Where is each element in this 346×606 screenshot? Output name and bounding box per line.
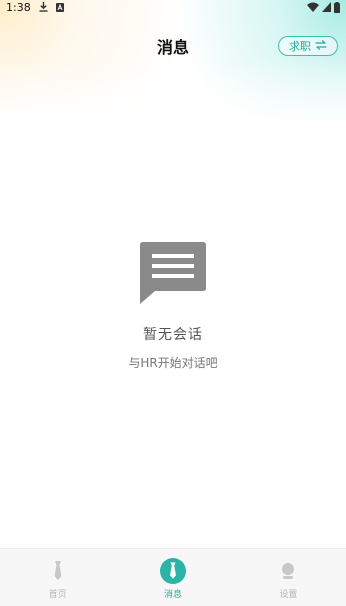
nav-item-home[interactable]: 首页: [0, 549, 115, 606]
tie-icon: [45, 558, 71, 584]
mode-switch-label: 求职: [289, 40, 311, 53]
nav-item-messages[interactable]: 消息: [115, 549, 230, 606]
notification-a-icon: [55, 2, 64, 12]
status-right: [307, 1, 340, 13]
swap-icon: [315, 39, 327, 53]
nav-item-settings[interactable]: 设置: [231, 549, 346, 606]
message-bubble-icon: [0, 240, 346, 304]
top-app-bar: 消息 求职: [0, 30, 346, 60]
battery-icon: [334, 1, 340, 13]
nav-label-messages: 消息: [163, 590, 182, 600]
empty-state-title: 暂无会话: [143, 327, 203, 343]
profile-icon: [275, 558, 301, 584]
download-icon: [39, 2, 48, 12]
status-bar: 1:38: [0, 0, 346, 14]
empty-state: 暂无会话 与HR开始对话吧: [0, 240, 346, 371]
status-left: 1:38: [6, 1, 64, 14]
nav-label-home: 首页: [48, 590, 67, 600]
tie-icon: [159, 558, 186, 584]
empty-state-subtitle: 与HR开始对话吧: [128, 356, 218, 370]
signal-icon: [322, 2, 331, 12]
wifi-icon: [307, 2, 319, 12]
messages-screen: 1:38 消息 求职 暂无会话 与HR开始对话吧 首页 消息 设置: [0, 0, 346, 606]
header-gradient-fade: [0, 60, 346, 130]
mode-switch-button[interactable]: 求职: [278, 36, 338, 56]
bottom-navigation: 首页 消息 设置: [0, 548, 346, 606]
nav-label-settings: 设置: [279, 590, 298, 600]
status-time: 1:38: [6, 0, 31, 14]
